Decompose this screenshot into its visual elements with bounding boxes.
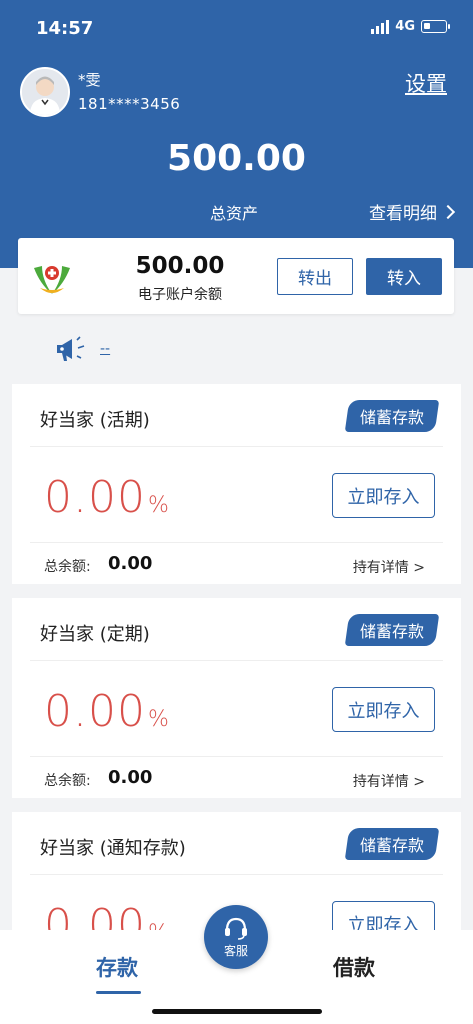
divider	[30, 542, 443, 543]
divider	[30, 756, 443, 757]
divider	[30, 446, 443, 447]
rate-value: 0.00	[44, 472, 146, 523]
holding-details-link[interactable]: 持有详情 >	[353, 771, 425, 791]
tab-loan[interactable]: 借款	[333, 952, 375, 982]
total-assets-label: 总资产	[210, 204, 259, 223]
deposit-now-button[interactable]: 立即存入	[332, 473, 435, 518]
interest-rate: 0.00%	[44, 686, 170, 737]
product-tag: 储蓄存款	[344, 614, 440, 646]
holding-details-link[interactable]: 持有详情 >	[353, 557, 425, 577]
product-tag: 储蓄存款	[344, 400, 440, 432]
header: 14:57 4G *雯 181****3456 设置 500.00 总资产 查看…	[0, 0, 473, 268]
active-tab-indicator	[96, 991, 141, 994]
product-tag-label: 储蓄存款	[359, 408, 424, 427]
view-details-link[interactable]: 查看明细	[369, 199, 456, 224]
product-tag: 储蓄存款	[344, 828, 440, 860]
status-bar: 14:57 4G	[0, 0, 473, 56]
account-card: 500.00 电子账户余额 转出 转入	[18, 238, 454, 314]
product-title: 好当家 (通知存款)	[40, 838, 186, 859]
home-indicator[interactable]	[152, 1009, 322, 1014]
product-tag-label: 储蓄存款	[359, 836, 424, 855]
headset-icon	[225, 917, 247, 940]
signal-icon	[371, 19, 390, 34]
transfer-out-button[interactable]: 转出	[277, 258, 353, 295]
balance-label: 总余额:	[44, 773, 91, 789]
rate-unit: %	[147, 707, 170, 732]
user-name: *雯	[78, 71, 101, 89]
balance-value: 0.00	[108, 553, 153, 574]
product-title: 好当家 (定期)	[40, 624, 150, 645]
customer-service-label: 客服	[223, 943, 248, 958]
avatar-icon	[22, 69, 68, 115]
account-balance: 500.00	[135, 253, 225, 279]
divider	[30, 660, 443, 661]
deposit-now-button[interactable]: 立即存入	[332, 687, 435, 732]
avatar[interactable]	[20, 67, 70, 117]
bank-logo-icon	[34, 266, 70, 294]
network-type: 4G	[395, 19, 415, 34]
status-indicators: 4G	[371, 19, 450, 34]
settings-link[interactable]: 设置	[405, 68, 447, 98]
rate-unit: %	[147, 493, 170, 518]
interest-rate: 0.00%	[44, 472, 170, 523]
transfer-in-button[interactable]: 转入	[366, 258, 442, 295]
product-card-fixed: 好当家 (定期) 储蓄存款 0.00% 立即存入 总余额: 0.00 持有详情 …	[12, 598, 461, 798]
total-assets-amount: 500.00	[167, 138, 306, 179]
balance-value: 0.00	[108, 767, 153, 788]
rate-value: 0.00	[44, 686, 146, 737]
view-details-label: 查看明细	[369, 204, 437, 224]
account-balance-label: 电子账户余额	[138, 287, 222, 303]
balance-label: 总余额:	[44, 559, 91, 575]
notice-bar[interactable]: --	[54, 334, 110, 364]
battery-fill	[424, 23, 430, 29]
divider	[30, 874, 443, 875]
tab-deposit[interactable]: 存款	[96, 952, 138, 982]
customer-service-button[interactable]: 客服	[204, 905, 268, 969]
chevron-right-icon	[440, 204, 456, 219]
battery-icon	[421, 20, 450, 33]
status-time: 14:57	[36, 18, 94, 39]
user-phone: 181****3456	[78, 95, 181, 113]
product-title: 好当家 (活期)	[40, 410, 150, 431]
notice-text[interactable]: --	[100, 341, 110, 357]
megaphone-icon	[57, 336, 85, 361]
product-tag-label: 储蓄存款	[359, 622, 424, 641]
product-card-current: 好当家 (活期) 储蓄存款 0.00% 立即存入 总余额: 0.00 持有详情 …	[12, 384, 461, 584]
